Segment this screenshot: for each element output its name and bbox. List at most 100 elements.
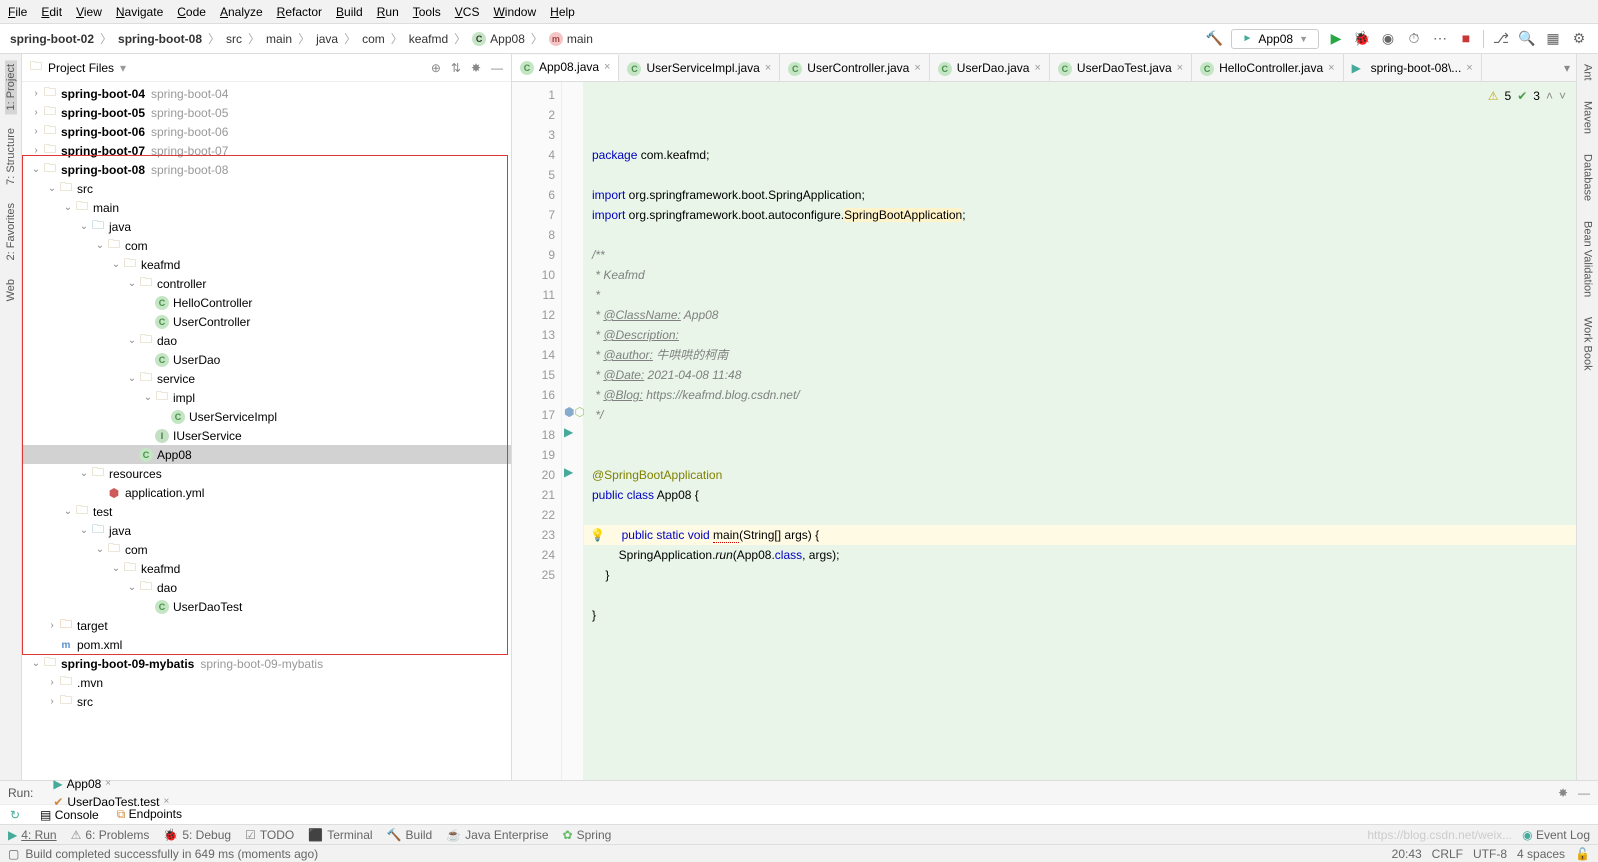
close-icon[interactable]: × bbox=[765, 62, 771, 74]
run-configuration-selector[interactable]: App08 ▼ bbox=[1231, 29, 1319, 49]
breadcrumb-item[interactable]: spring-boot-08 bbox=[118, 32, 202, 46]
line-number[interactable]: 9 bbox=[512, 245, 555, 265]
menu-tools[interactable]: Tools bbox=[413, 5, 441, 19]
line-number[interactable]: 22 bbox=[512, 505, 555, 525]
status-utf8[interactable]: UTF-8 bbox=[1473, 847, 1507, 861]
code-line[interactable]: * Keafmd bbox=[592, 265, 1568, 285]
profile-icon[interactable]: ⏱ bbox=[1405, 30, 1423, 48]
hide-icon[interactable]: — bbox=[1578, 786, 1590, 800]
endpoints-tab[interactable]: ⧉ Endpoints bbox=[117, 807, 182, 822]
editor-tab-hellocontroller-java[interactable]: CHelloController.java× bbox=[1192, 54, 1344, 81]
chevron-down-icon[interactable]: ⌄ bbox=[94, 240, 106, 251]
chevron-right-icon[interactable]: › bbox=[30, 88, 42, 99]
menu-window[interactable]: Window bbox=[493, 5, 536, 19]
chevron-down-icon[interactable]: ⌄ bbox=[142, 392, 154, 403]
code-line[interactable] bbox=[592, 585, 1568, 605]
tool-tab-structure[interactable]: 7: Structure bbox=[5, 124, 17, 189]
chevron-right-icon[interactable]: › bbox=[30, 126, 42, 137]
status-crlf[interactable]: CRLF bbox=[1432, 847, 1463, 861]
breadcrumb-item[interactable]: App08 bbox=[490, 32, 525, 46]
tool-tab-beanvalidation[interactable]: Bean Validation bbox=[1582, 217, 1594, 301]
code-line[interactable]: * @Date: 2021-04-08 11:48 bbox=[592, 365, 1568, 385]
line-number[interactable]: 25 bbox=[512, 565, 555, 585]
line-number[interactable]: 12 bbox=[512, 305, 555, 325]
editor-tab-spring-boot-08----[interactable]: ▶spring-boot-08\...× bbox=[1344, 54, 1482, 81]
line-number[interactable]: 19 bbox=[512, 445, 555, 465]
tree-node-controller[interactable]: ⌄🗀controller bbox=[22, 274, 511, 293]
close-icon[interactable]: × bbox=[914, 62, 920, 74]
breadcrumb-item[interactable]: com bbox=[362, 32, 385, 46]
tree-node-userdao[interactable]: CUserDao bbox=[22, 350, 511, 369]
menu-view[interactable]: View bbox=[76, 5, 102, 19]
line-number[interactable]: 17 bbox=[512, 405, 555, 425]
run-gutter-icon[interactable]: ▶ bbox=[564, 425, 573, 439]
tree-node-com[interactable]: ⌄🗀com bbox=[22, 540, 511, 559]
run-gutter-icon[interactable]: ▶ bbox=[564, 465, 573, 479]
locate-icon[interactable]: ⊕ bbox=[431, 61, 441, 75]
line-number[interactable]: 14 bbox=[512, 345, 555, 365]
tree-node--mvn[interactable]: ›🗀.mvn bbox=[22, 673, 511, 692]
close-icon[interactable]: × bbox=[1466, 62, 1472, 74]
code-line[interactable]: SpringApplication.run(App08.class, args)… bbox=[592, 545, 1568, 565]
chevron-down-icon[interactable]: ⌄ bbox=[110, 259, 122, 270]
code-line[interactable] bbox=[592, 625, 1568, 645]
bottom-tab-6problems[interactable]: ⚠6: Problems bbox=[71, 828, 150, 842]
chevron-down-icon[interactable]: ⌄ bbox=[94, 544, 106, 555]
code-line[interactable]: * @author: 牛哄哄的柯南 bbox=[592, 345, 1568, 365]
tree-node-userserviceimpl[interactable]: CUserServiceImpl bbox=[22, 407, 511, 426]
bottom-tab-build[interactable]: 🔨Build bbox=[387, 828, 433, 842]
tree-node-pom-xml[interactable]: mpom.xml bbox=[22, 635, 511, 654]
line-number[interactable]: 21 bbox=[512, 485, 555, 505]
line-number[interactable]: 24 bbox=[512, 545, 555, 565]
close-icon[interactable]: × bbox=[1034, 62, 1040, 74]
tree-node-src[interactable]: ⌄🗀src bbox=[22, 179, 511, 198]
menu-analyze[interactable]: Analyze bbox=[220, 5, 263, 19]
tree-node-keafmd[interactable]: ⌄🗀keafmd bbox=[22, 559, 511, 578]
chevron-down-icon[interactable]: ⌄ bbox=[126, 373, 138, 384]
line-number[interactable]: 4 bbox=[512, 145, 555, 165]
code-line[interactable]: /** bbox=[592, 245, 1568, 265]
tree-node-usercontroller[interactable]: CUserController bbox=[22, 312, 511, 331]
tree-node-main[interactable]: ⌄🗀main bbox=[22, 198, 511, 217]
code-line[interactable] bbox=[592, 505, 1568, 525]
code-line[interactable] bbox=[592, 425, 1568, 445]
tree-node-impl[interactable]: ⌄🗀impl bbox=[22, 388, 511, 407]
attach-icon[interactable]: ⋯ bbox=[1431, 30, 1449, 48]
editor-tab-userdao-java[interactable]: CUserDao.java× bbox=[930, 54, 1050, 81]
tool-tab-workbook[interactable]: Work Book bbox=[1582, 313, 1594, 375]
line-number[interactable]: 20 bbox=[512, 465, 555, 485]
chevron-down-icon[interactable]: ⌄ bbox=[110, 563, 122, 574]
code-line[interactable]: import org.springframework.boot.SpringAp… bbox=[592, 185, 1568, 205]
bottom-tab-4run[interactable]: ▶4: Run bbox=[8, 828, 57, 842]
event-log-button[interactable]: ◉ Event Log bbox=[1522, 828, 1590, 842]
tree-node-service[interactable]: ⌄🗀service bbox=[22, 369, 511, 388]
line-number[interactable]: 3 bbox=[512, 125, 555, 145]
tool-tab-database[interactable]: Database bbox=[1582, 150, 1594, 205]
menu-refactor[interactable]: Refactor bbox=[277, 5, 322, 19]
tree-node-spring-boot-04[interactable]: ›🗀spring-boot-04spring-boot-04 bbox=[22, 84, 511, 103]
code-line[interactable]: } bbox=[592, 565, 1568, 585]
bottom-tab-javaenterprise[interactable]: ☕Java Enterprise bbox=[446, 828, 548, 842]
more-tabs-icon[interactable]: ▾ bbox=[1558, 61, 1576, 75]
project-tree[interactable]: ›🗀spring-boot-04spring-boot-04›🗀spring-b… bbox=[22, 82, 511, 780]
tree-node-application-yml[interactable]: ⬢application.yml bbox=[22, 483, 511, 502]
code-line[interactable]: package com.keafmd; bbox=[592, 145, 1568, 165]
code-line[interactable]: } bbox=[592, 605, 1568, 625]
tool-tab-project[interactable]: 1: Project bbox=[5, 60, 17, 114]
endpoint-gutter-icon[interactable]: ⬢⬡ bbox=[564, 405, 585, 419]
menu-file[interactable]: File bbox=[8, 5, 27, 19]
bottom-tab-todo[interactable]: ☑TODO bbox=[245, 828, 294, 842]
chevron-down-icon[interactable]: ⌄ bbox=[30, 658, 42, 669]
stop-icon[interactable]: ■ bbox=[1457, 30, 1475, 48]
breadcrumb-item[interactable]: spring-boot-02 bbox=[10, 32, 94, 46]
line-number[interactable]: 7 bbox=[512, 205, 555, 225]
close-icon[interactable]: × bbox=[604, 61, 610, 73]
git-icon[interactable]: ⎇ bbox=[1492, 30, 1510, 48]
menu-navigate[interactable]: Navigate bbox=[116, 5, 163, 19]
tree-node-java[interactable]: ⌄🗀java bbox=[22, 217, 511, 236]
bottom-tab-5debug[interactable]: 🐞5: Debug bbox=[163, 828, 231, 842]
tree-node-keafmd[interactable]: ⌄🗀keafmd bbox=[22, 255, 511, 274]
chevron-right-icon[interactable]: › bbox=[30, 107, 42, 118]
inspection-indicators[interactable]: ⚠5 ✔3 ˄ ˅ bbox=[1488, 86, 1566, 106]
tree-node-java[interactable]: ⌄🗀java bbox=[22, 521, 511, 540]
